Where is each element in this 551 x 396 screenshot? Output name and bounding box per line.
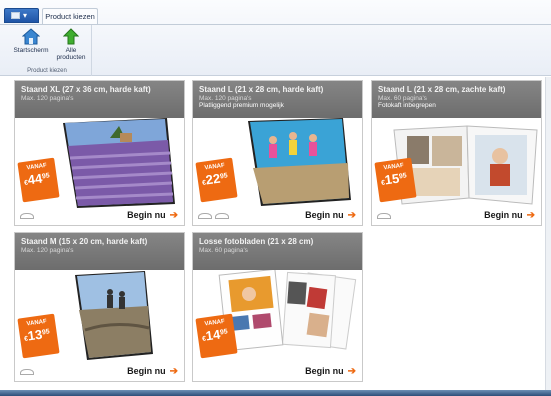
product-card-staand-m[interactable]: Staand M (15 x 20 cm, harde kaft) Max. 1…	[14, 232, 185, 382]
up-arrow-icon	[63, 28, 79, 45]
arrow-right-icon: ➔	[526, 210, 535, 221]
begin-nu-button[interactable]: Begin nu ➔	[305, 366, 356, 377]
card-subtitle: Max. 60 pagina's	[199, 247, 248, 254]
card-note: Fotokaft inbegrepen	[378, 102, 436, 109]
price-cents: 95	[219, 328, 229, 337]
arrow-right-icon: ➔	[169, 210, 178, 221]
book-outline-icons	[20, 213, 37, 221]
open-book-flat-icon	[215, 213, 229, 219]
card-header: Staand L (21 x 28 cm, zachte kaft) Max. …	[372, 81, 541, 118]
price-badge: VANAF €1595	[374, 157, 417, 203]
taskbar	[0, 390, 551, 396]
begin-nu-button[interactable]: Begin nu ➔	[305, 210, 356, 221]
begin-nu-label: Begin nu	[127, 210, 166, 220]
card-title: Staand L (21 x 28 cm, zachte kaft)	[378, 85, 506, 94]
price-badge: VANAF €2295	[195, 157, 238, 203]
startscherm-label: Startscherm	[13, 47, 49, 54]
product-card-staand-xl[interactable]: Staand XL (27 x 36 cm, harde kaft) Max. …	[14, 80, 185, 226]
right-window-edge	[545, 77, 551, 390]
card-subtitle: Max. 120 pagina's	[21, 95, 74, 102]
card-subtitle: Max. 120 pagina's	[199, 95, 252, 102]
book-outline-icons	[20, 369, 37, 377]
card-subtitle: Max. 120 pagina's	[21, 247, 74, 254]
arrow-right-icon: ➔	[347, 210, 356, 221]
application-menu-button[interactable]: ▾	[4, 8, 39, 23]
begin-nu-label: Begin nu	[127, 366, 166, 376]
product-card-staand-l-hard[interactable]: Staand L (21 x 28 cm, harde kaft) Max. 1…	[192, 80, 363, 226]
open-book-icon	[20, 369, 34, 375]
product-card-staand-l-soft[interactable]: Staand L (21 x 28 cm, zachte kaft) Max. …	[371, 80, 542, 226]
group-label: Product kiezen	[27, 68, 67, 74]
begin-nu-button[interactable]: Begin nu ➔	[484, 210, 535, 221]
card-note: Platliggend premium mogelijk	[199, 102, 284, 109]
ribbon-tab-bar: ▾ Product kiezen	[0, 8, 551, 25]
price-cents: 95	[41, 328, 51, 337]
card-header: Staand L (21 x 28 cm, harde kaft) Max. 1…	[193, 81, 362, 118]
home-icon	[22, 28, 40, 45]
card-title: Staand L (21 x 28 cm, harde kaft)	[199, 85, 324, 94]
price-badge: VANAF €1395	[17, 313, 60, 359]
card-title: Losse fotobladen (21 x 28 cm)	[199, 237, 314, 246]
price-cents: 95	[398, 172, 408, 181]
card-subtitle: Max. 60 pagina's	[378, 95, 427, 102]
begin-nu-button[interactable]: Begin nu ➔	[127, 210, 178, 221]
product-grid: Staand XL (27 x 36 cm, harde kaft) Max. …	[0, 77, 551, 390]
card-title: Staand XL (27 x 36 cm, harde kaft)	[21, 85, 151, 94]
price-badge: VANAF €4495	[17, 157, 60, 203]
alle-producten-button[interactable]: Alle producten	[54, 28, 88, 61]
begin-nu-label: Begin nu	[484, 210, 523, 220]
begin-nu-label: Begin nu	[305, 210, 344, 220]
card-header: Staand M (15 x 20 cm, harde kaft) Max. 1…	[15, 233, 184, 270]
begin-nu-button[interactable]: Begin nu ➔	[127, 366, 178, 377]
ribbon: ▾ Product kiezen Startscherm Alle produc…	[0, 0, 551, 76]
open-book-icon	[198, 213, 212, 219]
price-badge: VANAF €1495	[195, 313, 238, 359]
ribbon-group-product-kiezen: Startscherm Alle producten Product kieze…	[2, 25, 92, 76]
begin-nu-label: Begin nu	[305, 366, 344, 376]
tab-product-kiezen[interactable]: Product kiezen	[42, 8, 98, 25]
product-card-losse-fotobladen[interactable]: Losse fotobladen (21 x 28 cm) Max. 60 pa…	[192, 232, 363, 382]
arrow-right-icon: ➔	[347, 366, 356, 377]
ribbon-body: Startscherm Alle producten Product kieze…	[0, 24, 551, 76]
alle-label: Alle	[65, 47, 77, 54]
card-header: Staand XL (27 x 36 cm, harde kaft) Max. …	[15, 81, 184, 118]
book-outline-icons	[198, 213, 232, 221]
open-book-icon	[377, 213, 391, 219]
arrow-right-icon: ➔	[169, 366, 178, 377]
card-header: Losse fotobladen (21 x 28 cm) Max. 60 pa…	[193, 233, 362, 270]
open-book-icon	[20, 213, 34, 219]
startscherm-button[interactable]: Startscherm	[13, 28, 49, 54]
price-cents: 95	[219, 172, 229, 181]
price-cents: 95	[41, 172, 51, 181]
app-menu-icon	[11, 12, 20, 20]
producten-label: producten	[56, 54, 86, 61]
book-outline-icons	[377, 213, 394, 221]
card-title: Staand M (15 x 20 cm, harde kaft)	[21, 237, 148, 246]
